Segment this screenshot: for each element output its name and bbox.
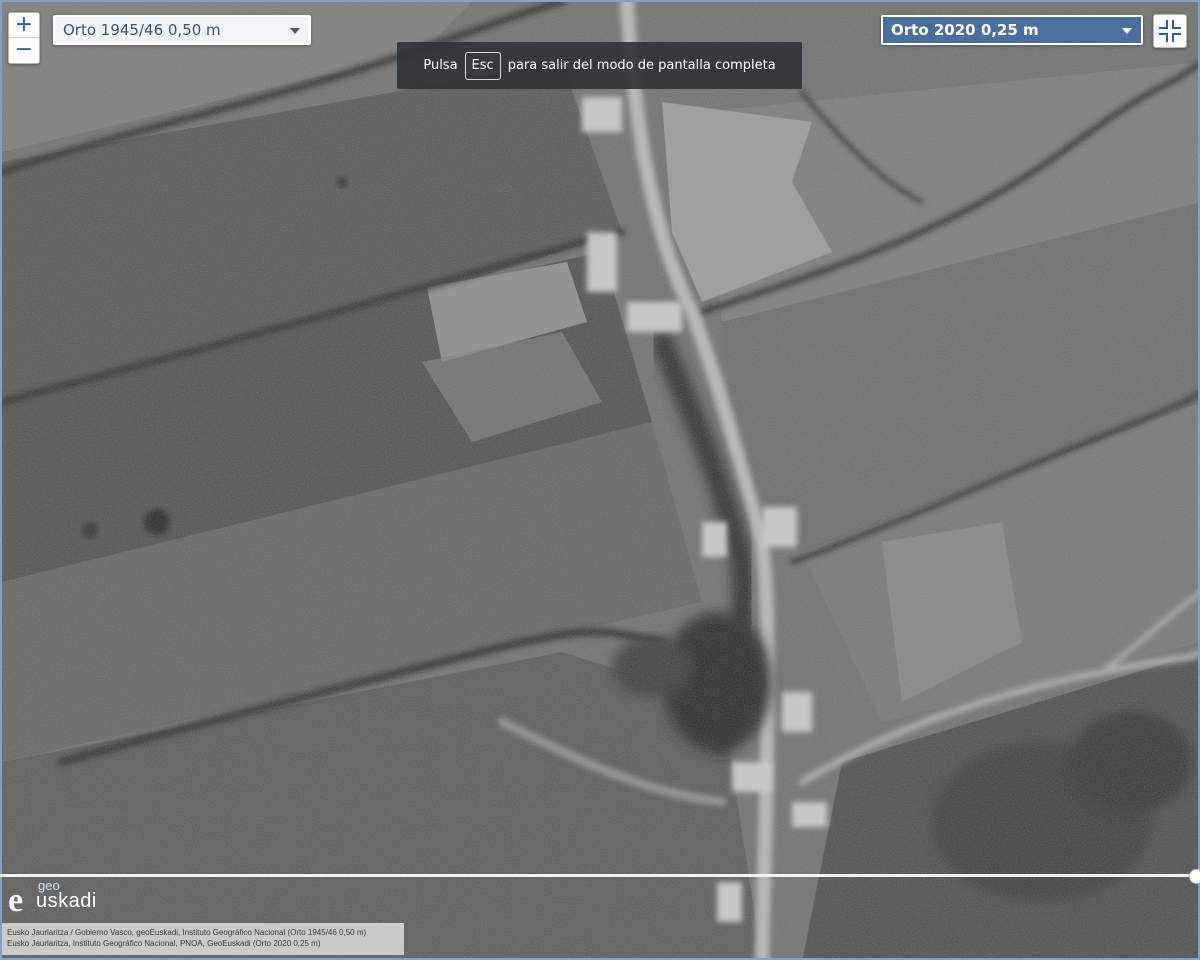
esc-key-badge: Esc: [464, 51, 501, 80]
zoom-out-button[interactable]: −: [9, 37, 39, 62]
swipe-divider[interactable]: [0, 874, 1200, 877]
right-layer-select[interactable]: Orto 2020 0,25 m: [881, 15, 1143, 45]
compress-icon: [1159, 20, 1181, 42]
logo-name: uskadi: [36, 890, 97, 912]
exit-fullscreen-button[interactable]: [1153, 14, 1187, 48]
aerial-imagery: [2, 2, 1198, 958]
fullscreen-notice-suffix: para salir del modo de pantalla completa: [507, 58, 776, 73]
zoom-in-button[interactable]: +: [9, 13, 39, 37]
swipe-handle-icon[interactable]: [1189, 869, 1200, 884]
logo-letter: e: [8, 882, 24, 919]
attribution-line-2: Eusko Jaurlaritza, Instituto Geográfico …: [7, 939, 321, 948]
chevron-down-icon: [1122, 28, 1132, 34]
left-layer-selected-value: Orto 1945/46 0,50 m: [63, 21, 221, 39]
zoom-control: + −: [8, 12, 40, 64]
attribution-line-1: Eusko Jaurlaritza / Gobierno Vasco, geoE…: [7, 928, 367, 937]
chevron-down-icon: [290, 28, 300, 34]
aerial-photo-map[interactable]: [0, 0, 1200, 960]
map-attribution: Eusko Jaurlaritza / Gobierno Vasco, geoE…: [2, 923, 404, 955]
right-layer-selected-value: Orto 2020 0,25 m: [891, 21, 1039, 39]
left-layer-select[interactable]: Orto 1945/46 0,50 m: [53, 15, 311, 45]
fullscreen-notice-prefix: Pulsa: [423, 58, 458, 73]
fullscreen-notice: Pulsa Esc para salir del modo de pantall…: [397, 42, 802, 89]
geoeuskadi-logo: e geo uskadi: [8, 878, 108, 920]
